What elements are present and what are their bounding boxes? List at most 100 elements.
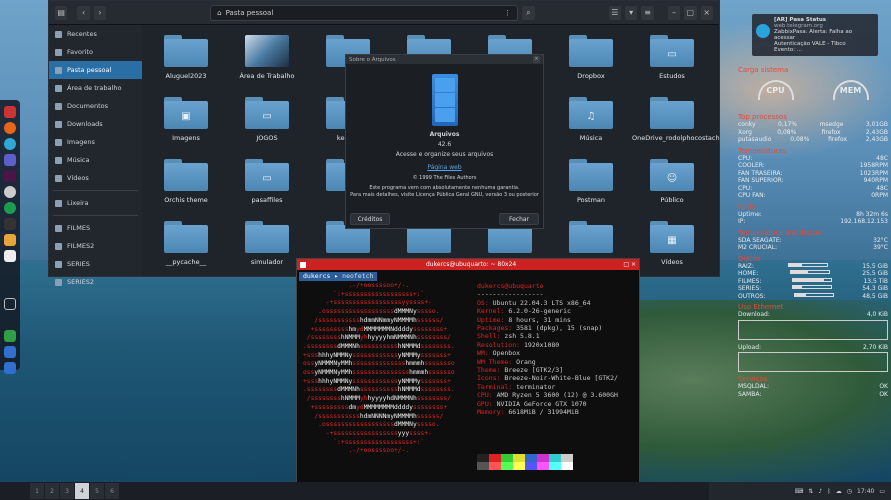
sidebar-toggle-icon[interactable]: ▤ <box>55 5 68 20</box>
back-button[interactable]: ‹ <box>77 5 90 20</box>
workspace-2[interactable]: 2 <box>45 483 59 499</box>
search-icon[interactable]: ⌕ <box>522 5 535 20</box>
screen-app-icon[interactable] <box>4 106 16 118</box>
notes-icon[interactable] <box>4 250 16 262</box>
view-options-icon[interactable]: ☰ <box>608 5 621 20</box>
about-license: Para mais detalhes, visite Licença Públi… <box>350 192 539 198</box>
path-bar[interactable]: ⌂ Pasta pessoal ⋮ <box>210 4 519 21</box>
neofetch-value: 6.2.0-26-generic <box>508 307 571 316</box>
file-item[interactable]: Orchis theme <box>146 159 226 204</box>
clock[interactable]: 17:40 <box>857 488 874 495</box>
sidebar-item-series2[interactable]: SERIES2 <box>49 273 142 291</box>
terminal-titlebar: dukercs@ubuquarto: ~ 80x24 □ × <box>297 259 639 270</box>
sidebar-item-label: Área de trabalho <box>67 84 122 92</box>
neofetch-value: Ubuntu 22.04.3 LTS x86_64 <box>492 298 591 307</box>
file-item[interactable]: Área de Trabalho <box>227 35 307 80</box>
disk-value: 25,5 GiB <box>862 270 888 277</box>
workspace-6[interactable]: 6 <box>105 483 119 499</box>
check-app-icon[interactable] <box>4 202 16 214</box>
minimize-icon[interactable]: – <box>667 5 681 20</box>
sidebar-separator <box>53 215 138 216</box>
spreadsheet-icon[interactable] <box>4 330 16 342</box>
file-item[interactable]: ☺ Público <box>632 159 712 204</box>
about-website-link[interactable]: Página web <box>346 163 543 173</box>
folder-icon <box>164 159 208 191</box>
file-item[interactable]: __pycache__ <box>146 221 226 266</box>
writer-icon[interactable] <box>4 362 16 374</box>
disk-row: FILMES: 13,5 TiB <box>738 277 888 286</box>
file-item[interactable] <box>551 221 631 258</box>
trash-icon[interactable] <box>4 298 16 310</box>
services-row: SAMBA: OK <box>738 391 888 399</box>
file-item[interactable]: ♫ Música <box>551 97 631 142</box>
close-button[interactable]: Fechar <box>499 213 539 225</box>
workspace-4[interactable]: 4 <box>75 483 89 499</box>
workspace-3[interactable]: 3 <box>60 483 74 499</box>
sidebar-item-vídeos[interactable]: Vídeos <box>49 169 142 187</box>
terminal-body[interactable]: dukercs ▸ neofetch .-/+oossssoo+/-. `:+s… <box>297 270 639 499</box>
close-icon[interactable]: × <box>700 5 713 20</box>
file-item[interactable]: Aluguel2023 <box>146 35 226 80</box>
folder-icon: ▭ <box>650 35 694 67</box>
bluetooth-icon[interactable]: ᛒ <box>827 488 831 495</box>
network-icon[interactable]: ⇅ <box>808 488 813 495</box>
conky-cell: Xorg <box>738 128 752 136</box>
sidebar-item-filmes[interactable]: FILMES <box>49 219 142 237</box>
file-item[interactable]: ▭ pasaffiles <box>227 159 307 204</box>
sidebar-item-favorito[interactable]: Favorito <box>49 43 142 61</box>
notifications-icon[interactable]: ▭ <box>879 488 885 495</box>
edge-icon[interactable] <box>4 138 16 150</box>
folder-emblem-icon: ▦ <box>667 235 677 246</box>
file-name: Imagens <box>172 134 200 142</box>
teams-icon[interactable] <box>4 154 16 166</box>
telegram-notification[interactable]: [AR] Pasa Status web.telegram.org Zabbix… <box>752 14 878 56</box>
file-item[interactable]: ▣ Imagens <box>146 97 226 142</box>
sidebar-item-lixeira[interactable]: Lixeira <box>49 194 142 212</box>
terminal-icon[interactable] <box>4 218 16 230</box>
neofetch-row: Shell: zsh 5.8.1 <box>477 332 618 340</box>
credits-button[interactable]: Créditos <box>350 213 390 225</box>
neofetch-header: dukercs@ubuquarto <box>477 282 544 290</box>
sidebar-item-series[interactable]: SERIES <box>49 255 142 273</box>
workspace-5[interactable]: 5 <box>90 483 104 499</box>
file-item[interactable]: ▭ Estudos <box>632 35 712 80</box>
sidebar-item-música[interactable]: Música <box>49 151 142 169</box>
download-graph <box>738 319 888 340</box>
file-item[interactable]: ▦ Vídeos <box>632 221 712 266</box>
calculator-icon[interactable] <box>4 234 16 246</box>
disks: RAIZ: 15,5 GiB HOME: 25,5 GiB FILMES: 13,5 Ti… <box>738 262 888 301</box>
sidebar-item-pasta-pessoal[interactable]: Pasta pessoal <box>49 61 142 79</box>
file-item[interactable]: simulador <box>227 221 307 266</box>
file-item[interactable]: ▭ JOGOS <box>227 97 307 142</box>
slack-icon[interactable] <box>4 170 16 182</box>
volume-icon[interactable]: ♪ <box>818 488 822 495</box>
cloud-icon[interactable]: ☁ <box>836 488 842 495</box>
sidebar-item-área-de-trabalho[interactable]: Área de trabalho <box>49 79 142 97</box>
file-item[interactable]: OneDrive_rodolphocostach <box>632 97 720 142</box>
file-item[interactable]: Dropbox <box>551 35 631 80</box>
sidebar-item-downloads[interactable]: Downloads <box>49 115 142 133</box>
view-mode-icon[interactable]: ▾ <box>624 5 638 20</box>
folder-icon <box>569 35 613 67</box>
keyboard-icon[interactable]: ⌨ <box>795 488 804 495</box>
main-menu-icon[interactable]: ≡ <box>641 5 654 20</box>
sidebar-item-documentos[interactable]: Documentos <box>49 97 142 115</box>
firefox-icon[interactable] <box>4 122 16 134</box>
about-close-icon[interactable]: × <box>533 56 540 63</box>
terminal-close-icon[interactable]: □ × <box>623 261 636 268</box>
folder-icon <box>569 221 613 253</box>
menu-dots-icon[interactable]: ⋮ <box>504 9 511 17</box>
forward-button[interactable]: › <box>93 5 107 20</box>
terminal-menu-icon[interactable] <box>300 261 306 268</box>
sidebar-item-filmes2[interactable]: FILMES2 <box>49 237 142 255</box>
conky-cell: SDA SEAGATE: <box>738 236 782 244</box>
sidebar-item-recentes[interactable]: Recentes <box>49 25 142 43</box>
file-item[interactable]: Postman <box>551 159 631 204</box>
neofetch-value: Orang <box>516 357 536 366</box>
github-icon[interactable] <box>4 186 16 198</box>
maximize-icon[interactable]: ▢ <box>684 5 697 20</box>
sidebar-item-imagens[interactable]: Imagens <box>49 133 142 151</box>
document-icon[interactable] <box>4 346 16 358</box>
workspace-1[interactable]: 1 <box>30 483 44 499</box>
top-row: conky 0,17% msedge 3,01GB <box>738 121 888 129</box>
